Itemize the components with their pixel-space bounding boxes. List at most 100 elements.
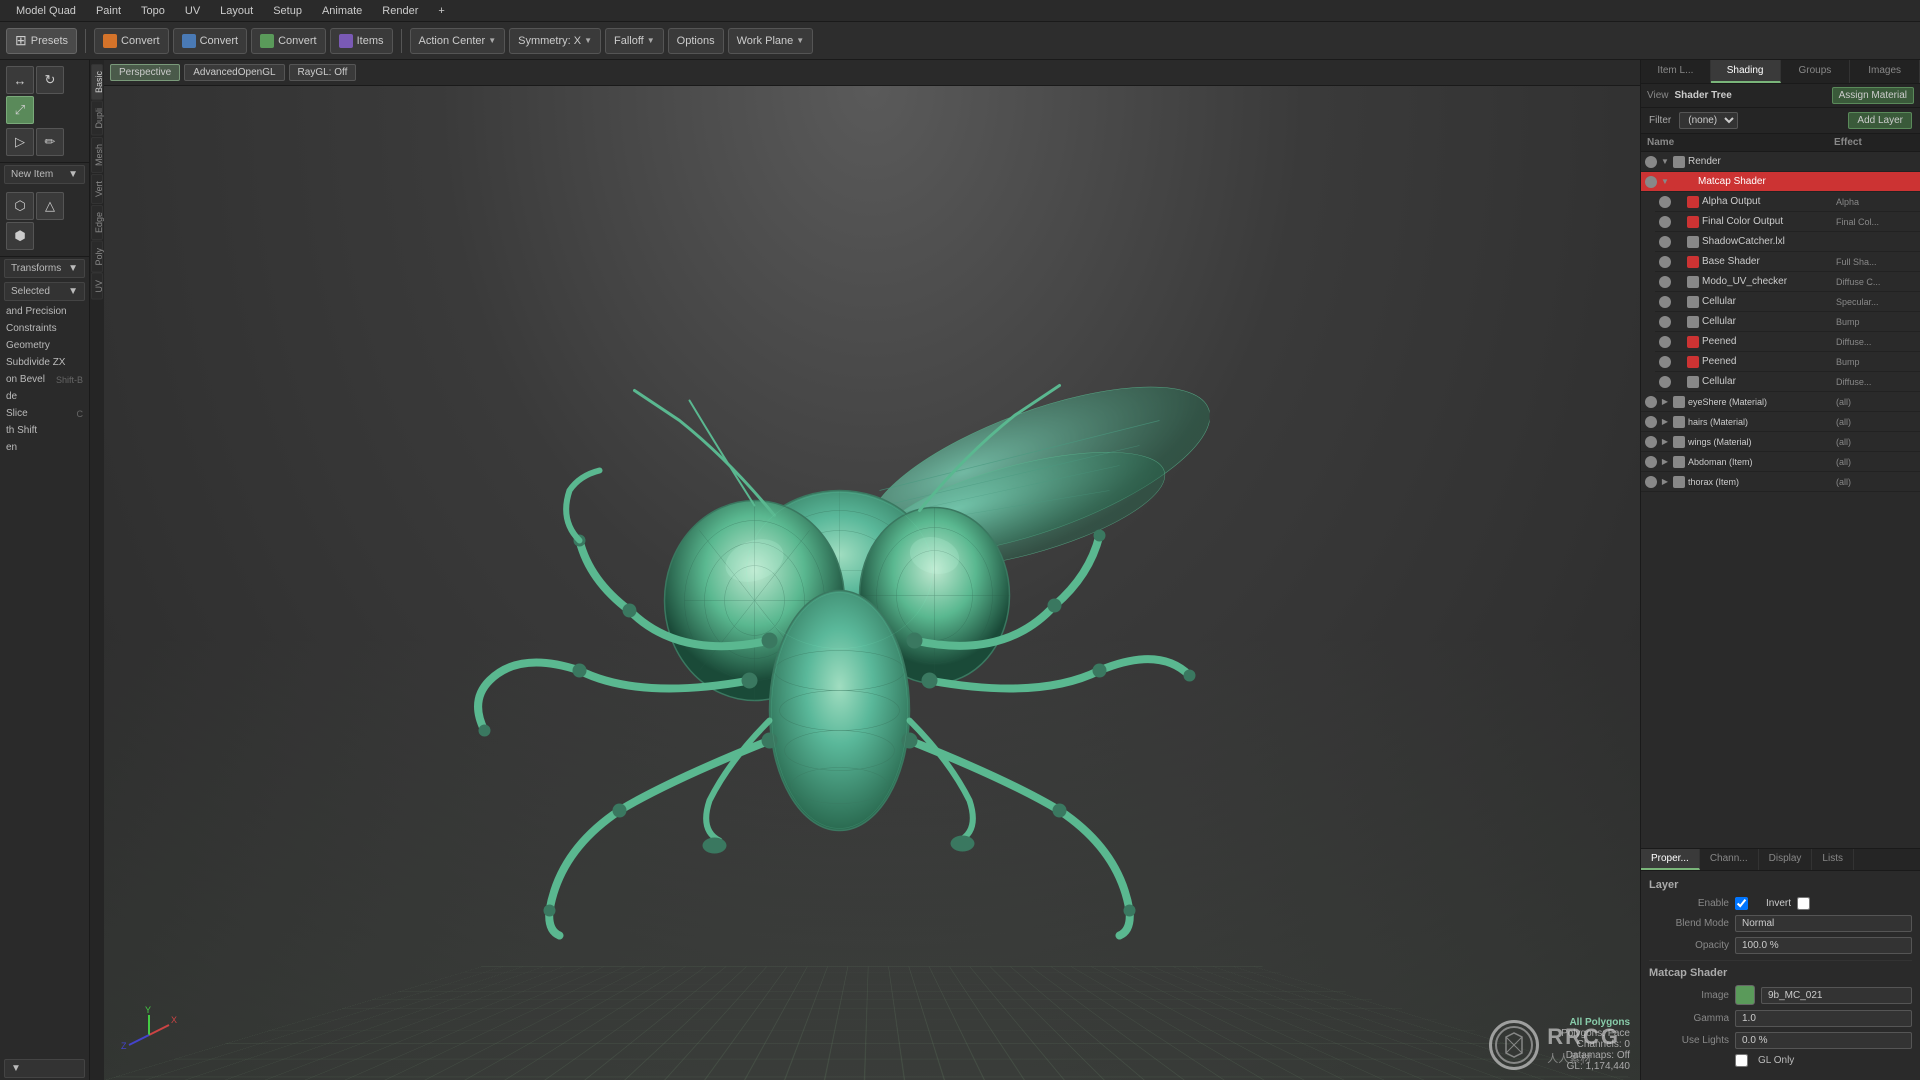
vis-icon[interactable] [1659, 236, 1671, 248]
image-color-swatch[interactable] [1735, 985, 1755, 1005]
shader-item-peened-2[interactable]: Peened Bump [1655, 352, 1920, 372]
use-lights-value[interactable]: 0.0 % [1735, 1032, 1912, 1049]
shader-item-uv-checker[interactable]: Modo_UV_checker Diffuse C... [1655, 272, 1920, 292]
vis-icon[interactable] [1659, 356, 1671, 368]
vtab-edge[interactable]: Edge [91, 205, 103, 240]
tab-shading[interactable]: Shading [1711, 60, 1781, 83]
expand-icon[interactable]: ▶ [1660, 417, 1670, 427]
geometry-item[interactable]: Geometry [0, 337, 89, 354]
advanced-opengl-btn[interactable]: AdvancedOpenGL [184, 64, 284, 81]
falloff-dropdown[interactable]: Falloff ▼ [605, 28, 664, 54]
vis-icon[interactable] [1645, 156, 1657, 168]
shader-item-wings[interactable]: ▶ wings (Material) (all) [1641, 432, 1920, 452]
vtab-basic[interactable]: Basic [91, 64, 103, 100]
expand-icon[interactable]: ▶ [1660, 477, 1670, 487]
vtab-meshedit[interactable]: Mesh [91, 137, 103, 173]
slice-item[interactable]: Slice C [0, 405, 89, 422]
bevel-item[interactable]: on Bevel Shift-B [0, 371, 89, 388]
tab-images[interactable]: Images [1850, 60, 1920, 83]
shader-item-abdoman[interactable]: ▶ Abdoman (Item) (all) [1641, 452, 1920, 472]
convert-button-2[interactable]: Convert [173, 28, 248, 54]
vis-icon[interactable] [1659, 256, 1671, 268]
raygl-btn[interactable]: RayGL: Off [289, 64, 357, 81]
open-item[interactable]: en [0, 439, 89, 456]
subdivide-item[interactable]: Subdivide ZX [0, 354, 89, 371]
constraints-item[interactable]: Constraints [0, 320, 89, 337]
selected-dropdown[interactable]: Selected ▼ [4, 282, 85, 301]
menu-topo[interactable]: Topo [133, 3, 173, 19]
image-name[interactable]: 9b_MC_021 [1761, 987, 1912, 1004]
menu-animate[interactable]: Animate [314, 3, 370, 19]
viewport-3d[interactable]: X Y Z All Polygons Polygons: Face Channe… [104, 86, 1640, 1080]
shader-item-thorax[interactable]: ▶ thorax (Item) (all) [1641, 472, 1920, 492]
options-button[interactable]: Options [668, 28, 724, 54]
shader-item-cellular-1[interactable]: Cellular Specular... [1655, 292, 1920, 312]
vis-icon[interactable] [1659, 216, 1671, 228]
menu-setup[interactable]: Setup [265, 3, 310, 19]
symmetry-dropdown[interactable]: Symmetry: X ▼ [509, 28, 601, 54]
items-button[interactable]: Items [330, 28, 393, 54]
vis-icon[interactable] [1645, 396, 1657, 408]
sidebar-icon-5[interactable]: ✏ [36, 128, 64, 156]
vis-icon[interactable] [1659, 376, 1671, 388]
convert-button-3[interactable]: Convert [251, 28, 326, 54]
expand-icon[interactable]: ▶ [1660, 397, 1670, 407]
expand-icon[interactable]: ▶ [1660, 457, 1670, 467]
vtab-uv[interactable]: UV [91, 273, 103, 300]
shader-item-render[interactable]: ▼ Render [1641, 152, 1920, 172]
sidebar-icon-1[interactable]: ↔ [6, 66, 34, 94]
expand-icon[interactable]: ▶ [1660, 437, 1670, 447]
vis-icon[interactable] [1659, 296, 1671, 308]
menu-plus[interactable]: + [430, 3, 452, 19]
expand-icon[interactable] [1674, 197, 1684, 207]
blend-mode-value[interactable]: Normal [1735, 915, 1912, 932]
shader-item-cellular-3[interactable]: Cellular Diffuse... [1655, 372, 1920, 392]
sidebar-icon-4[interactable]: ▷ [6, 128, 34, 156]
vis-icon[interactable] [1645, 456, 1657, 468]
shader-item-matcap[interactable]: ▼ Matcap Shader [1641, 172, 1920, 192]
icon-mesh-2[interactable]: △ [36, 192, 64, 220]
shift-item[interactable]: th Shift [0, 422, 89, 439]
gl-only-checkbox[interactable] [1735, 1054, 1748, 1067]
transforms-dropdown[interactable]: Transforms ▼ [4, 259, 85, 278]
icon-mesh-1[interactable]: ⬡ [6, 192, 34, 220]
icon-mesh-3[interactable]: ⬢ [6, 222, 34, 250]
menu-paint[interactable]: Paint [88, 3, 129, 19]
bottom-dropdown[interactable]: ▼ [4, 1059, 85, 1078]
tab-groups[interactable]: Groups [1781, 60, 1851, 83]
presets-button[interactable]: ⊞ Presets [6, 28, 77, 54]
expand-icon[interactable] [1674, 357, 1684, 367]
expand-icon[interactable] [1674, 217, 1684, 227]
add-layer-button[interactable]: Add Layer [1848, 112, 1912, 129]
vtab-duplica[interactable]: Dupli [91, 101, 103, 136]
shader-item-final-color[interactable]: Final Color Output Final Col... [1655, 212, 1920, 232]
vtab-polygon[interactable]: Poly [91, 241, 103, 273]
tab-properties[interactable]: Proper... [1641, 849, 1700, 870]
menu-uv[interactable]: UV [177, 3, 208, 19]
action-center-dropdown[interactable]: Action Center ▼ [410, 28, 506, 54]
vis-icon[interactable] [1659, 196, 1671, 208]
tab-item-list[interactable]: Item L... [1641, 60, 1711, 83]
vtab-vertex[interactable]: Vert [91, 174, 103, 204]
shader-item-peened-1[interactable]: Peened Diffuse... [1655, 332, 1920, 352]
shader-item-eyeshere[interactable]: ▶ eyeShere (Material) (all) [1641, 392, 1920, 412]
and-precision-item[interactable]: and Precision [0, 303, 89, 320]
vis-icon[interactable] [1645, 436, 1657, 448]
expand-icon[interactable] [1674, 297, 1684, 307]
vis-icon[interactable] [1659, 316, 1671, 328]
perspective-btn[interactable]: Perspective [110, 64, 180, 81]
expand-icon[interactable] [1674, 257, 1684, 267]
shader-item-base[interactable]: Base Shader Full Sha... [1655, 252, 1920, 272]
vis-icon[interactable] [1659, 276, 1671, 288]
menu-model-quad[interactable]: Model Quad [8, 3, 84, 19]
menu-layout[interactable]: Layout [212, 3, 261, 19]
convert-button-1[interactable]: Convert [94, 28, 169, 54]
shader-item-hairs[interactable]: ▶ hairs (Material) (all) [1641, 412, 1920, 432]
shader-item-shadowcatcher[interactable]: ShadowCatcher.lxl [1655, 232, 1920, 252]
work-plane-dropdown[interactable]: Work Plane ▼ [728, 28, 814, 54]
expand-icon[interactable] [1674, 237, 1684, 247]
shader-item-alpha[interactable]: Alpha Output Alpha [1655, 192, 1920, 212]
expand-icon[interactable]: ▼ [1660, 157, 1670, 167]
shader-item-cellular-2[interactable]: Cellular Bump [1655, 312, 1920, 332]
vis-icon[interactable] [1645, 416, 1657, 428]
